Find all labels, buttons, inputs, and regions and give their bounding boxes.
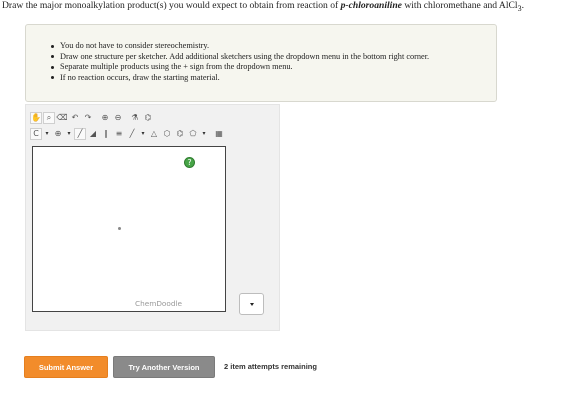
single-bond-icon[interactable]: ╱ xyxy=(74,128,86,140)
lasso-icon[interactable]: ⌕ xyxy=(43,112,55,124)
ring-dropdown-icon[interactable]: ⬠ xyxy=(187,128,199,140)
help-icon[interactable]: ? xyxy=(184,157,195,168)
chevron-down-icon[interactable]: ▾ xyxy=(139,128,147,140)
triple-bond-icon[interactable]: ≡ xyxy=(113,128,125,140)
question-compound: p-chloroaniline xyxy=(340,0,402,11)
submit-answer-button[interactable]: Submit Answer xyxy=(24,356,108,378)
cyclopropane-icon[interactable]: △ xyxy=(148,128,160,140)
double-bond-icon[interactable]: ∥ xyxy=(100,128,112,140)
undo-icon[interactable]: ↶ xyxy=(69,112,81,124)
sketcher-toolbar-row-1: ✋ ⌕ ⌫ ↶ ↷ ⊕ ⊖ ⚗ ⌬ xyxy=(30,111,155,125)
zoom-in-icon[interactable]: ⊕ xyxy=(99,112,111,124)
instruction-item: Draw one structure per sketcher. Add add… xyxy=(50,51,430,61)
eraser-icon[interactable]: ⌫ xyxy=(56,112,68,124)
zoom-out-icon[interactable]: ⊖ xyxy=(112,112,124,124)
try-another-version-button[interactable]: Try Another Version xyxy=(113,356,215,378)
question-prefix: Draw the major monoalkylation product(s)… xyxy=(2,0,341,11)
chevron-down-icon[interactable]: ▾ xyxy=(65,128,73,140)
charge-plus-icon[interactable]: ⊕ xyxy=(52,128,64,140)
question-text: Draw the major monoalkylation product(s)… xyxy=(2,0,571,15)
redo-icon[interactable]: ↷ xyxy=(82,112,94,124)
instruction-item: Separate multiple products using the + s… xyxy=(50,62,429,73)
bond-dropdown-icon[interactable]: ╱ xyxy=(126,128,138,140)
template-icon[interactable]: ⌬ xyxy=(142,112,154,124)
wedge-bond-icon[interactable]: ◢ xyxy=(87,128,99,140)
clean-icon[interactable]: ⚗ xyxy=(129,112,141,124)
cyclohexane-icon[interactable]: ⬡ xyxy=(161,128,173,140)
instructions-list: You do not have to consider stereochemis… xyxy=(50,41,430,84)
pan-hand-icon[interactable]: ✋ xyxy=(30,112,42,124)
periodic-table-icon[interactable]: ▦ xyxy=(213,128,225,140)
instruction-item: If no reaction occurs, draw the starting… xyxy=(50,73,429,84)
carbon-atom-icon[interactable]: C xyxy=(30,128,42,140)
chemdoodle-sketcher: ✋ ⌕ ⌫ ↶ ↷ ⊕ ⊖ ⚗ ⌬ C ▾ ⊕ ▾ ╱ ◢ ∥ ≡ ╱ ▾ △ … xyxy=(25,104,280,331)
chemdoodle-watermark: ChemDoodle xyxy=(135,299,183,308)
canvas-center-dot xyxy=(118,227,121,230)
drawing-canvas[interactable]: ? ChemDoodle xyxy=(32,146,226,312)
add-sketcher-dropdown[interactable] xyxy=(239,293,264,315)
benzene-icon[interactable]: ⌬ xyxy=(174,128,186,140)
sketcher-toolbar-row-2: C ▾ ⊕ ▾ ╱ ◢ ∥ ≡ ╱ ▾ △ ⬡ ⌬ ⬠ ▾ ▦ xyxy=(30,127,226,141)
chevron-down-icon[interactable]: ▾ xyxy=(200,128,208,140)
attempts-remaining: 2 item attempts remaining xyxy=(224,362,317,371)
chevron-down-icon xyxy=(249,302,254,306)
instructions-box: You do not have to consider stereochemis… xyxy=(25,24,497,102)
question-end: . xyxy=(521,0,524,11)
instruction-item: You do not have to consider stereochemis… xyxy=(50,41,429,52)
question-suffix: with chloromethane and AlCl xyxy=(401,0,518,11)
chevron-down-icon[interactable]: ▾ xyxy=(43,128,51,140)
